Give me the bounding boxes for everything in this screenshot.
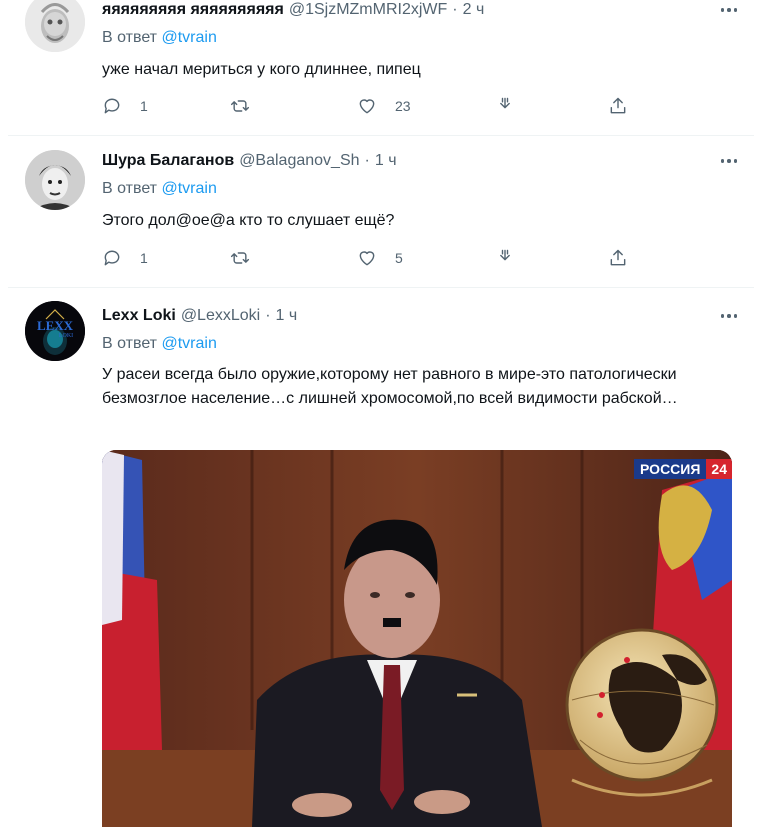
- download-icon: [500, 249, 510, 261]
- more-icon[interactable]: [716, 153, 742, 169]
- author-handle[interactable]: @LexxLoki: [181, 307, 260, 325]
- svg-text:LOKI: LOKI: [59, 333, 73, 339]
- retweet-icon: [230, 100, 250, 112]
- tweet[interactable]: яяяяяяяяя яяяяяяяяяя @1SjzMZmMRI2xjWF · …: [8, 0, 754, 136]
- mention-link[interactable]: @tvrain: [161, 29, 216, 46]
- reply-button[interactable]: 1: [102, 246, 148, 270]
- avatar[interactable]: LEXX LOKI: [25, 301, 85, 361]
- reply-prefix: В ответ: [102, 29, 158, 46]
- share-icon: [610, 97, 626, 114]
- more-icon[interactable]: [716, 308, 742, 324]
- like-count: 23: [395, 98, 411, 114]
- author-handle[interactable]: @1SjzMZmMRI2xjWF: [289, 1, 447, 19]
- reply-button[interactable]: 1: [102, 94, 148, 118]
- tweet[interactable]: Шура Балаганов @Balaganov_Sh · 1 ч В отв…: [8, 136, 754, 288]
- like-button[interactable]: 5: [357, 246, 403, 270]
- download-button[interactable]: [495, 94, 515, 118]
- channel-name: РОССИЯ: [634, 459, 707, 479]
- download-button[interactable]: [495, 246, 515, 270]
- avatar-logo-text: LEXX: [37, 318, 74, 333]
- download-icon: [500, 97, 510, 109]
- retweet-icon: [230, 252, 250, 264]
- reply-context: В ответ @tvrain: [102, 29, 744, 49]
- retweet-button[interactable]: [230, 94, 268, 118]
- timestamp[interactable]: 2 ч: [463, 1, 485, 19]
- tweet[interactable]: LEXX LOKI Lexx Loki @LexxLoki · 1 ч В от…: [8, 288, 754, 827]
- reply-prefix: В ответ: [102, 180, 158, 197]
- reply-icon: [104, 250, 120, 266]
- tweet-media-image[interactable]: РОССИЯ 24: [102, 450, 732, 827]
- reply-count: 1: [140, 98, 148, 114]
- retweet-button[interactable]: [230, 246, 268, 270]
- like-icon: [359, 99, 375, 114]
- separator-dot: ·: [265, 307, 271, 324]
- avatar[interactable]: [25, 0, 85, 52]
- reply-icon: [104, 98, 120, 114]
- action-bar: 1 5: [102, 246, 632, 270]
- tweet-text: Этого дол@ое@а кто то слушает ещё?: [102, 212, 395, 229]
- action-bar: 1 23: [102, 94, 632, 118]
- reply-prefix: В ответ: [102, 335, 158, 352]
- timestamp[interactable]: 1 ч: [375, 152, 397, 170]
- like-icon: [359, 251, 375, 266]
- timestamp[interactable]: 1 ч: [276, 307, 298, 325]
- author-name[interactable]: яяяяяяяяя яяяяяяяяяя: [102, 1, 284, 19]
- like-count: 5: [395, 250, 403, 266]
- reply-context: В ответ @tvrain: [102, 335, 744, 355]
- author-handle[interactable]: @Balaganov_Sh: [239, 152, 359, 170]
- author-name[interactable]: Шура Балаганов: [102, 152, 234, 170]
- separator-dot: ·: [364, 152, 370, 169]
- tweet-text: У расеи всегда было оружие,которому нет …: [102, 366, 678, 407]
- channel-badge: РОССИЯ 24: [634, 458, 732, 480]
- share-icon: [610, 249, 626, 266]
- mention-link[interactable]: @tvrain: [161, 335, 216, 352]
- channel-number: 24: [706, 459, 732, 479]
- mention-link[interactable]: @tvrain: [161, 180, 216, 197]
- avatar[interactable]: [25, 150, 85, 210]
- reply-count: 1: [140, 250, 148, 266]
- more-icon[interactable]: [716, 2, 742, 18]
- like-button[interactable]: 23: [357, 94, 411, 118]
- share-button[interactable]: [608, 246, 628, 270]
- tweet-text: уже начал мериться у кого длиннее, пипец: [102, 61, 421, 78]
- separator-dot: ·: [452, 1, 458, 18]
- author-name[interactable]: Lexx Loki: [102, 307, 176, 325]
- share-button[interactable]: [608, 94, 628, 118]
- reply-context: В ответ @tvrain: [102, 180, 744, 200]
